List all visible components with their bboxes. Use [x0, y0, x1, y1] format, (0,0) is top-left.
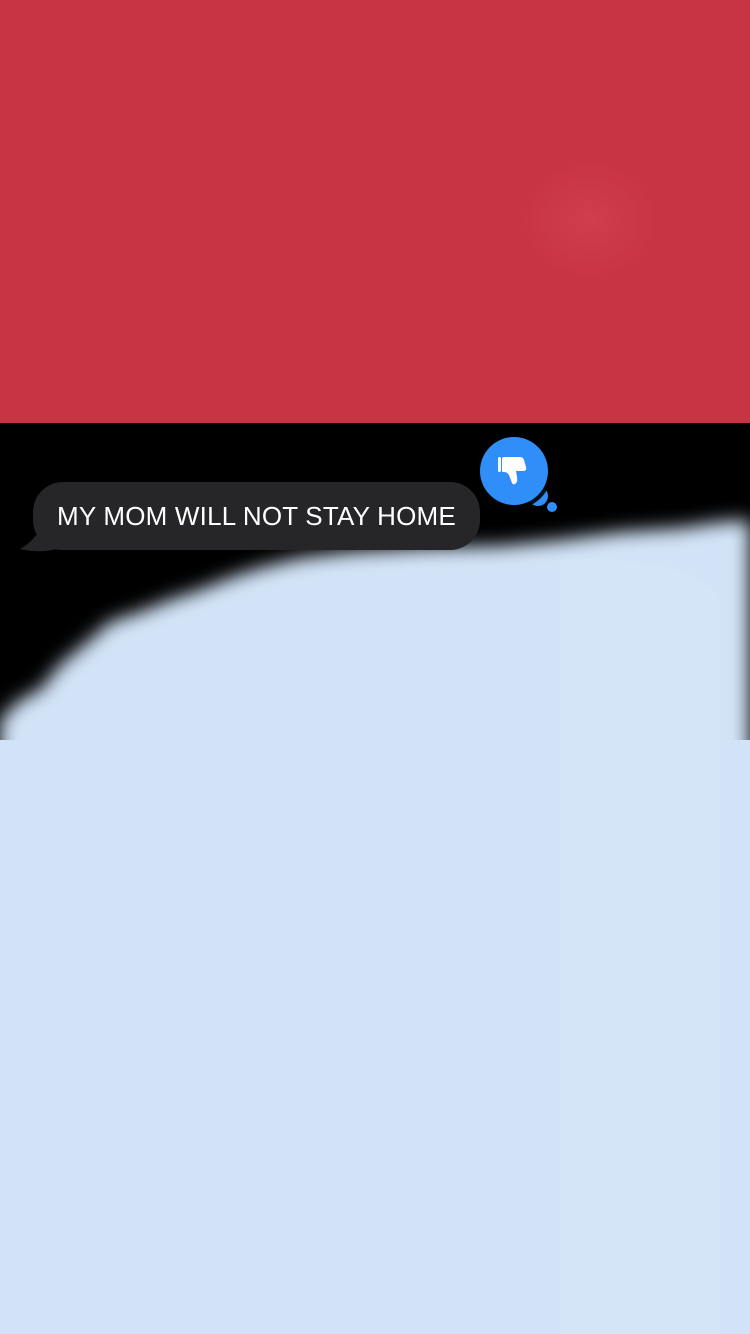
tapback-reaction[interactable]: [480, 437, 548, 505]
reaction-tail-dot-small: [547, 502, 557, 512]
received-message-bubble[interactable]: MY MOM WILL NOT STAY HOME: [33, 482, 480, 550]
blurred-background-light: [0, 520, 750, 1334]
thumbs-down-icon: [498, 457, 527, 485]
message-text: MY MOM WILL NOT STAY HOME: [57, 500, 456, 531]
